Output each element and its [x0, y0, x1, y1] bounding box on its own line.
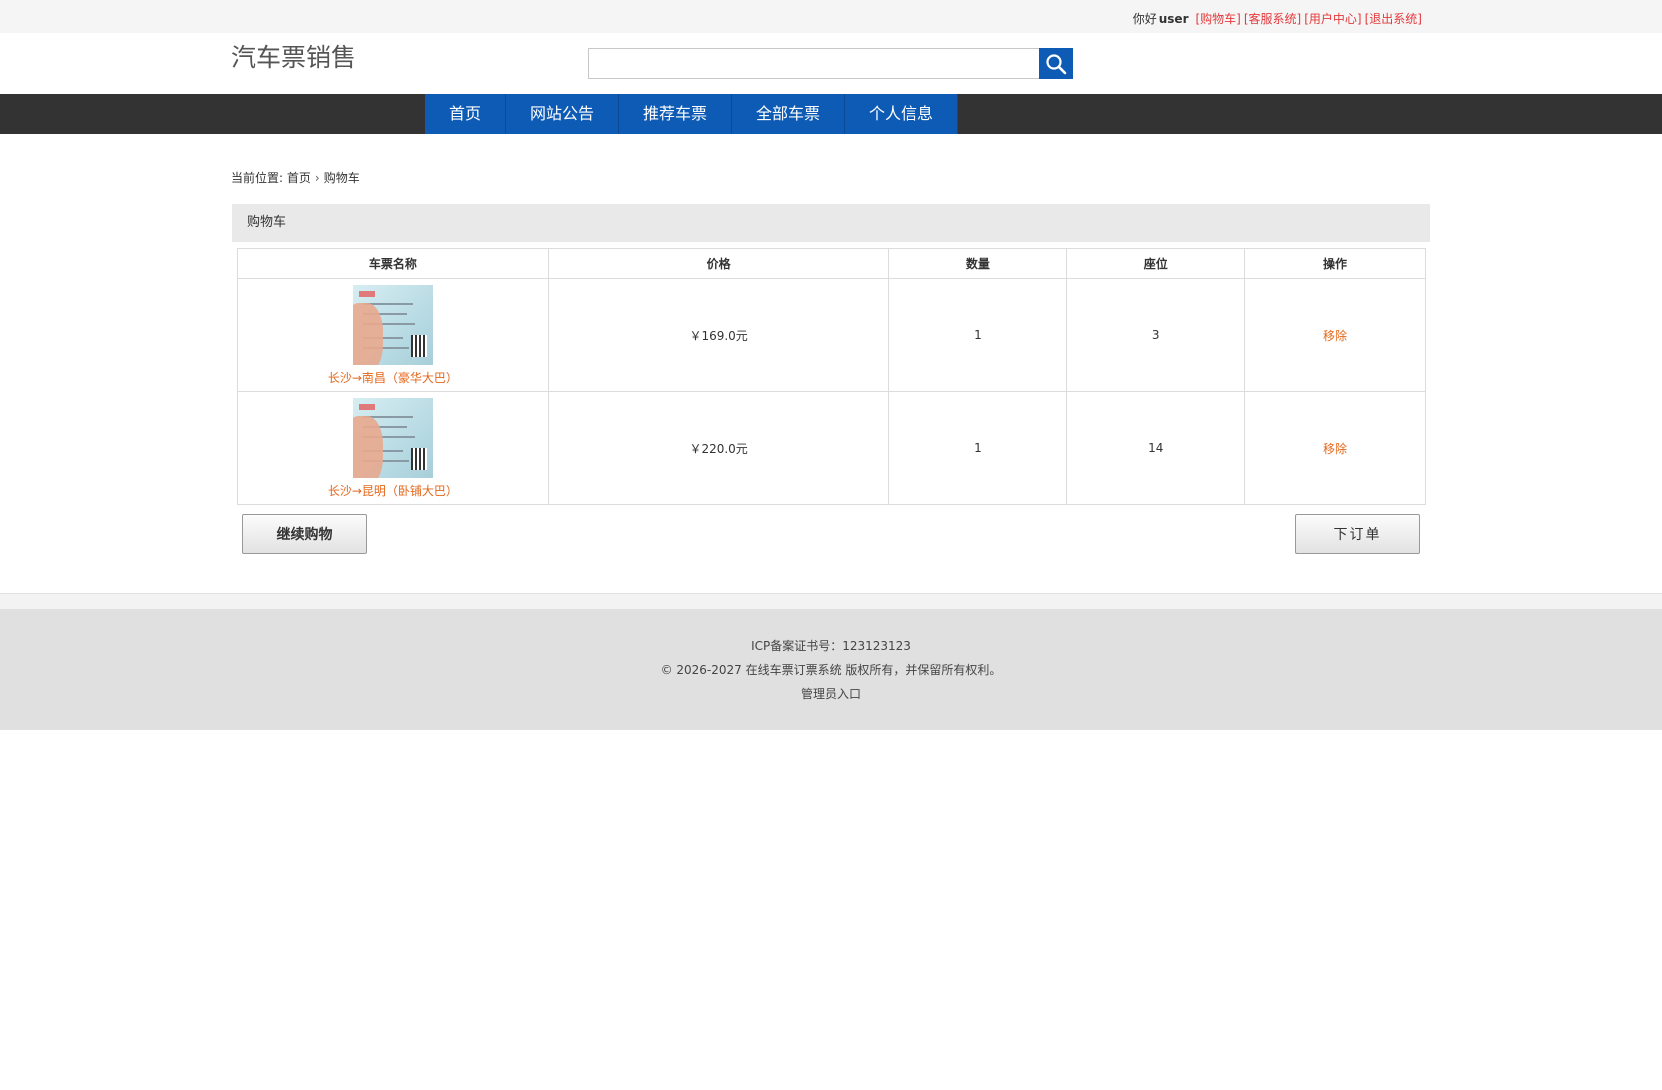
- nav-announcements[interactable]: 网站公告: [506, 94, 619, 134]
- ticket-cell: 长沙→昆明（卧铺大巴）: [237, 391, 549, 505]
- main-nav: 首页 网站公告 推荐车票 全部车票 个人信息: [0, 94, 1662, 134]
- ticket-thumbnail[interactable]: [352, 397, 433, 478]
- table-row: 长沙→昆明（卧铺大巴） ￥220.0元 1 14 移除: [237, 391, 1426, 505]
- nav-personal-info[interactable]: 个人信息: [845, 94, 958, 134]
- user-center-link[interactable]: [用户中心]: [1304, 12, 1361, 26]
- table-row: 长沙→南昌（豪华大巴） ￥169.0元 1 3 移除: [237, 278, 1426, 392]
- ticket-name-link[interactable]: 长沙→南昌（豪华大巴）: [328, 371, 458, 385]
- search-input[interactable]: [588, 48, 1040, 79]
- search-icon: [1046, 53, 1067, 74]
- nav-recommended-tickets[interactable]: 推荐车票: [619, 94, 732, 134]
- username: user: [1158, 12, 1189, 26]
- greeting-text: 你好: [1132, 12, 1157, 26]
- footer: ICP备案证书号：123123123 © 2026-2027 在线车票订票系统 …: [0, 609, 1662, 730]
- column-header: 数量: [888, 248, 1068, 279]
- place-order-button[interactable]: 下订单: [1295, 514, 1420, 554]
- chevron-right-icon: ›: [314, 171, 320, 185]
- logout-link[interactable]: [退出系统]: [1365, 12, 1422, 26]
- continue-shopping-button[interactable]: 继续购物: [242, 514, 367, 554]
- user-links: 你好 user [购物车] [客服系统] [用户中心] [退出系统]: [1133, 10, 1422, 27]
- action-cell: 移除: [1244, 278, 1426, 392]
- seat-cell: 14: [1066, 391, 1246, 505]
- customer-service-link[interactable]: [客服系统]: [1244, 12, 1301, 26]
- column-header: 操作: [1244, 248, 1426, 279]
- price-cell: ￥220.0元: [547, 391, 890, 505]
- header: 汽车票销售: [0, 33, 1662, 94]
- quantity-cell: 1: [888, 278, 1068, 392]
- panel-title: 购物车: [232, 204, 1430, 242]
- cart-table: 车票名称 价格 数量 座位 操作 长沙→南昌（豪华大巴） ￥169.0元 1 3…: [237, 248, 1426, 505]
- remove-link[interactable]: 移除: [1323, 442, 1347, 456]
- ticket-cell: 长沙→南昌（豪华大巴）: [237, 278, 549, 392]
- column-header: 价格: [547, 248, 890, 279]
- top-bar: 你好 user [购物车] [客服系统] [用户中心] [退出系统]: [0, 0, 1662, 33]
- copyright-text: © 2026-2027 在线车票订票系统 版权所有，并保留所有权利。: [660, 663, 1002, 677]
- action-cell: 移除: [1244, 391, 1426, 505]
- remove-link[interactable]: 移除: [1323, 329, 1347, 343]
- seat-cell: 3: [1066, 278, 1246, 392]
- nav-home[interactable]: 首页: [425, 94, 506, 134]
- site-logo[interactable]: 汽车票销售: [231, 38, 356, 74]
- admin-entry-link[interactable]: 管理员入口: [0, 682, 1662, 706]
- icp-text: ICP备案证书号：123123123: [751, 639, 911, 653]
- breadcrumb: 当前位置: 首页 › 购物车: [231, 169, 360, 186]
- breadcrumb-prefix: 当前位置:: [231, 171, 284, 185]
- column-header: 座位: [1066, 248, 1246, 279]
- table-header-row: 车票名称 价格 数量 座位 操作: [237, 248, 1426, 279]
- breadcrumb-home[interactable]: 首页: [287, 171, 311, 185]
- quantity-cell: 1: [888, 391, 1068, 505]
- nav-all-tickets[interactable]: 全部车票: [732, 94, 845, 134]
- price-cell: ￥169.0元: [547, 278, 890, 392]
- breadcrumb-current: 购物车: [323, 171, 360, 185]
- ticket-name-link[interactable]: 长沙→昆明（卧铺大巴）: [328, 484, 458, 498]
- search-button[interactable]: [1039, 48, 1073, 79]
- column-header: 车票名称: [237, 248, 549, 279]
- footer-divider: [0, 593, 1662, 609]
- ticket-thumbnail[interactable]: [352, 284, 433, 365]
- cart-link[interactable]: [购物车]: [1196, 12, 1241, 26]
